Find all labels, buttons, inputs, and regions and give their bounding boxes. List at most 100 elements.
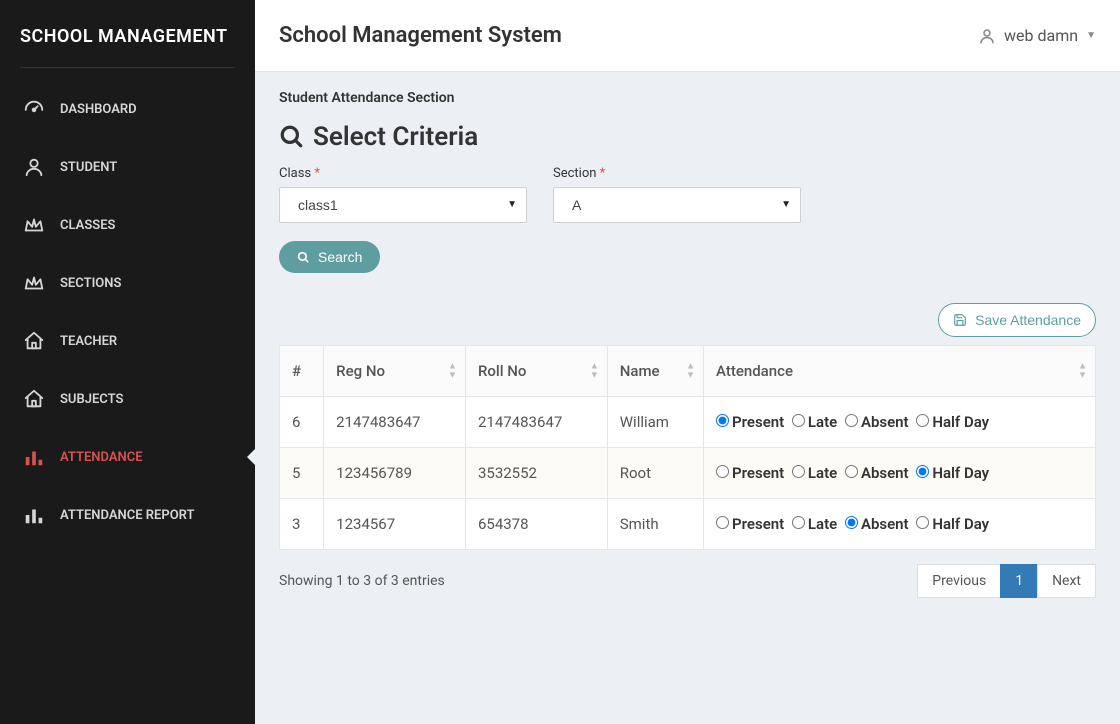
col-roll-no[interactable]: Roll No▲▼: [465, 346, 607, 397]
sidebar-item-label: CLASSES: [60, 218, 115, 233]
class-label: Class *: [279, 166, 527, 181]
class-select[interactable]: class1: [279, 187, 527, 223]
table-row: 51234567893532552RootPresent Late Absent…: [280, 448, 1096, 499]
home-icon: [22, 388, 46, 410]
topbar: School Management System web damn ▼: [255, 0, 1120, 72]
attendance-radio-absent[interactable]: [845, 414, 858, 427]
attendance-radio-late[interactable]: [792, 414, 805, 427]
attendance-radio-late[interactable]: [792, 465, 805, 478]
attendance-radio-half-day[interactable]: [916, 516, 929, 529]
sidebar-item-label: STUDENT: [60, 160, 117, 175]
attendance-option-label: Half Day: [932, 413, 989, 431]
attendance-option-label: Absent: [861, 464, 912, 482]
attendance-option-label: Late: [808, 515, 841, 533]
save-icon: [953, 313, 967, 327]
cell-name: Smith: [607, 499, 703, 550]
sidebar-item-label: DASHBOARD: [60, 102, 137, 117]
attendance-option-label: Late: [808, 413, 841, 431]
sidebar-item-classes[interactable]: CLASSES: [0, 196, 255, 254]
user-name: web damn: [1004, 26, 1078, 45]
sidebar-item-teacher[interactable]: TEACHER: [0, 312, 255, 370]
sidebar: SCHOOL MANAGEMENT DASHBOARDSTUDENTCLASSE…: [0, 0, 255, 724]
cell-reg: 123456789: [324, 448, 466, 499]
criteria-title: Select Criteria: [279, 122, 1096, 152]
section-header: Student Attendance Section: [279, 90, 1096, 106]
sort-icon: ▲▼: [590, 363, 599, 380]
search-button[interactable]: Search: [279, 241, 380, 273]
dashboard-icon: [22, 98, 46, 120]
pager-page-1[interactable]: 1: [1000, 564, 1038, 598]
sidebar-item-label: SECTIONS: [60, 276, 121, 291]
content: Student Attendance Section Select Criter…: [255, 72, 1120, 616]
attendance-option-label: Present: [732, 464, 788, 482]
home-icon: [22, 330, 46, 352]
attendance-table: #Reg No▲▼Roll No▲▼Name▲▼Attendance▲▼ 621…: [279, 345, 1096, 550]
sort-icon: ▲▼: [1078, 363, 1087, 380]
cell-name: Root: [607, 448, 703, 499]
attendance-option-label: Absent: [861, 515, 912, 533]
attendance-radio-absent[interactable]: [845, 465, 858, 478]
attendance-option-label: Absent: [861, 413, 912, 431]
cell-attendance: Present Late Absent Half Day: [704, 397, 1096, 448]
col-attendance[interactable]: Attendance▲▼: [704, 346, 1096, 397]
pagination: Previous 1 Next: [917, 564, 1096, 598]
sidebar-item-label: SUBJECTS: [60, 392, 123, 407]
pager-next[interactable]: Next: [1037, 564, 1096, 598]
crown-icon: [22, 214, 46, 236]
chart-icon: [22, 446, 46, 468]
sidebar-item-subjects[interactable]: SUBJECTS: [0, 370, 255, 428]
cell-attendance: Present Late Absent Half Day: [704, 448, 1096, 499]
user-icon: [978, 27, 996, 45]
search-icon: [297, 251, 310, 264]
section-label: Section *: [553, 166, 801, 181]
user-menu[interactable]: web damn ▼: [978, 26, 1096, 45]
sidebar-item-sections[interactable]: SECTIONS: [0, 254, 255, 312]
cell-reg: 2147483647: [324, 397, 466, 448]
cell-roll: 3532552: [465, 448, 607, 499]
attendance-radio-late[interactable]: [792, 516, 805, 529]
cell-idx: 5: [280, 448, 324, 499]
save-attendance-button[interactable]: Save Attendance: [938, 303, 1096, 337]
attendance-radio-absent[interactable]: [845, 516, 858, 529]
chart-icon: [22, 504, 46, 526]
section-select[interactable]: A: [553, 187, 801, 223]
col--[interactable]: #: [280, 346, 324, 397]
cell-idx: 3: [280, 499, 324, 550]
attendance-radio-half-day[interactable]: [916, 465, 929, 478]
pager-prev[interactable]: Previous: [917, 564, 1001, 598]
sidebar-item-attendance-report[interactable]: ATTENDANCE REPORT: [0, 486, 255, 544]
nav-list: DASHBOARD STUDENT CLASSES SECTIONS TEACHER SU…: [0, 80, 255, 544]
cell-name: William: [607, 397, 703, 448]
class-field: Class * class1 ▼: [279, 166, 527, 223]
table-footer: Showing 1 to 3 of 3 entries Previous 1 N…: [279, 564, 1096, 598]
caret-down-icon: ▼: [1086, 30, 1096, 41]
cell-attendance: Present Late Absent Half Day: [704, 499, 1096, 550]
attendance-radio-half-day[interactable]: [916, 414, 929, 427]
sort-icon: ▲▼: [448, 363, 457, 380]
save-row: Save Attendance: [279, 303, 1096, 337]
attendance-radio-present[interactable]: [716, 465, 729, 478]
crown-icon: [22, 272, 46, 294]
cell-reg: 1234567: [324, 499, 466, 550]
criteria-title-text: Select Criteria: [313, 122, 478, 152]
main: School Management System web damn ▼ Stud…: [255, 0, 1120, 724]
sidebar-item-attendance[interactable]: ATTENDANCE: [0, 428, 255, 486]
sidebar-item-label: TEACHER: [60, 334, 117, 349]
search-button-label: Search: [318, 249, 362, 265]
sidebar-item-label: ATTENDANCE: [60, 450, 143, 465]
attendance-option-label: Present: [732, 413, 788, 431]
section-select-wrap: A ▼: [553, 187, 801, 223]
page-title: School Management System: [279, 23, 562, 48]
table-row: 31234567654378SmithPresent Late Absent H…: [280, 499, 1096, 550]
col-reg-no[interactable]: Reg No▲▼: [324, 346, 466, 397]
cell-roll: 654378: [465, 499, 607, 550]
table-header-row: #Reg No▲▼Roll No▲▼Name▲▼Attendance▲▼: [280, 346, 1096, 397]
attendance-radio-present[interactable]: [716, 516, 729, 529]
sidebar-divider: [20, 67, 235, 68]
sidebar-item-dashboard[interactable]: DASHBOARD: [0, 80, 255, 138]
attendance-radio-present[interactable]: [716, 414, 729, 427]
sidebar-item-student[interactable]: STUDENT: [0, 138, 255, 196]
sidebar-item-label: ATTENDANCE REPORT: [60, 508, 195, 523]
col-name[interactable]: Name▲▼: [607, 346, 703, 397]
table-body: 621474836472147483647WilliamPresent Late…: [280, 397, 1096, 550]
